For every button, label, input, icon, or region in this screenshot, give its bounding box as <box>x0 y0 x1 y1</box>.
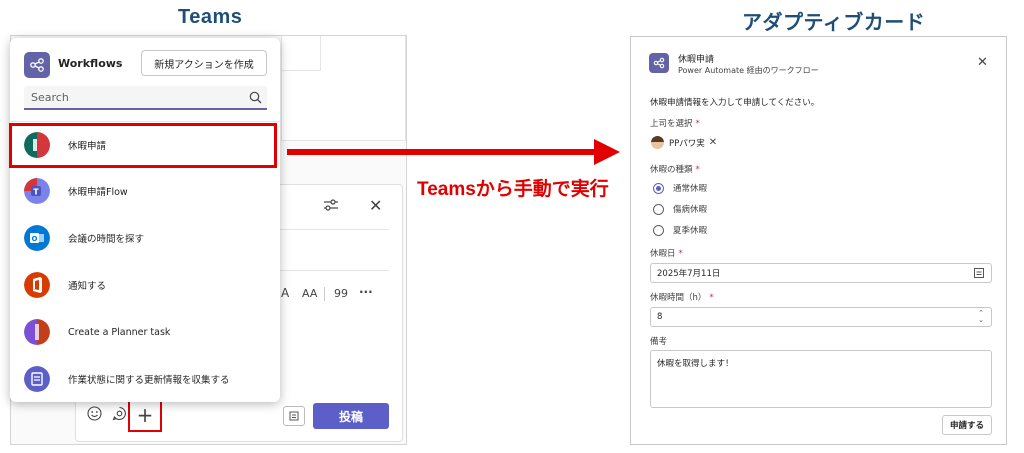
send-button[interactable]: 投稿 <box>313 403 389 429</box>
toolbar-separator <box>324 287 325 301</box>
radio-icon <box>653 224 664 236</box>
chat-post <box>281 36 321 71</box>
plus-icon: + <box>136 403 154 427</box>
arrow-head <box>594 139 620 165</box>
selected-item-highlight <box>9 123 277 168</box>
workflow-item-label: 休暇申請Flow <box>68 187 128 198</box>
quote-button[interactable]: 99 <box>334 287 348 300</box>
stepper-icon[interactable]: ⌃ ⌄ <box>978 310 984 324</box>
forms-app-icon <box>24 366 50 392</box>
close-icon[interactable]: ✕ <box>369 196 382 215</box>
close-icon[interactable]: ✕ <box>977 55 988 70</box>
attach-button[interactable] <box>283 406 305 426</box>
search-box <box>24 86 267 110</box>
workflow-item[interactable]: 作業状態に関する更新情報を収集する <box>10 356 280 402</box>
emoji-icon[interactable] <box>87 406 102 425</box>
actions-plus-button[interactable]: + <box>128 398 162 432</box>
workflow-item[interactable]: T 休暇申請Flow <box>10 168 280 214</box>
workflows-app-icon <box>649 53 669 73</box>
search-input[interactable] <box>24 86 239 108</box>
search-icon[interactable] <box>249 89 262 108</box>
workflow-item[interactable]: 通知する <box>10 262 280 308</box>
font-size-button[interactable]: AA <box>302 287 317 300</box>
leave-type-option[interactable]: 夏季休暇 <box>653 224 707 236</box>
card-subtitle: Power Automate 経由のワークフロー <box>678 66 819 75</box>
workflow-item-label: Create a Planner task <box>68 326 171 338</box>
teams-app-icon: T <box>24 178 50 204</box>
format-options-icon[interactable] <box>323 198 339 216</box>
manager-pill[interactable]: PPパワ実 ✕ <box>651 136 717 149</box>
hours-label: 休暇時間（h） * <box>650 293 714 303</box>
office-app-icon <box>24 272 50 298</box>
svg-text:O: O <box>32 235 38 243</box>
new-action-button[interactable]: 新規アクションを作成 <box>141 50 267 76</box>
outlook-app-icon: O <box>24 225 50 251</box>
workflow-item-label: 作業状態に関する更新情報を収集する <box>68 375 230 386</box>
workflow-item-label: 通知する <box>68 281 107 292</box>
workflow-item[interactable]: O 会議の時間を探す <box>10 215 280 261</box>
workflows-popup: Workflows 新規アクションを作成 休暇申請 T 休暇申請Flow O 会… <box>10 38 280 402</box>
arrow <box>287 149 597 155</box>
font-color-icon[interactable]: A <box>281 286 289 300</box>
card-title: 休暇申請 <box>678 55 715 65</box>
leave-type-label: 休暇の種類 * <box>650 165 700 175</box>
date-field[interactable]: 2025年7月11日 <box>650 263 992 283</box>
manager-name: PPパワ実 <box>669 138 705 149</box>
avatar <box>651 136 664 149</box>
note-icon <box>289 411 299 421</box>
adaptive-card-heading: アダプティブカード <box>742 12 926 34</box>
notes-textarea[interactable]: 休暇を取得します！ <box>650 350 992 408</box>
radio-icon <box>653 182 664 194</box>
leave-type-option[interactable]: 傷病休暇 <box>653 203 707 215</box>
adaptive-card: 休暇申請 Power Automate 経由のワークフロー ✕ 休暇申請情報を入… <box>630 36 1007 445</box>
notes-label: 備考 <box>650 337 668 347</box>
hours-stepper[interactable]: 8 ⌃ ⌄ <box>650 307 992 327</box>
remove-icon[interactable]: ✕ <box>709 137 717 148</box>
radio-icon <box>653 203 664 215</box>
workflows-title: Workflows <box>58 57 123 70</box>
svg-text:T: T <box>33 188 39 197</box>
workflows-app-icon <box>24 52 50 78</box>
planner-app-icon <box>24 319 50 345</box>
calendar-icon[interactable] <box>974 268 984 281</box>
workflow-item-label: 会議の時間を探す <box>68 234 145 245</box>
date-label: 休暇日 * <box>650 249 683 259</box>
submit-button[interactable]: 申請する <box>942 415 992 435</box>
arrow-label: Teamsから手動で実行 <box>417 179 609 200</box>
manager-label: 上司を選択 * <box>650 119 700 129</box>
card-intro: 休暇申請情報を入力して申請してください。 <box>650 98 820 108</box>
leave-type-option[interactable]: 通常休暇 <box>653 182 707 194</box>
loop-icon[interactable] <box>112 406 127 425</box>
workflow-item[interactable]: Create a Planner task <box>10 309 280 355</box>
more-options-icon[interactable]: ··· <box>359 285 373 299</box>
teams-heading: Teams <box>178 6 243 28</box>
